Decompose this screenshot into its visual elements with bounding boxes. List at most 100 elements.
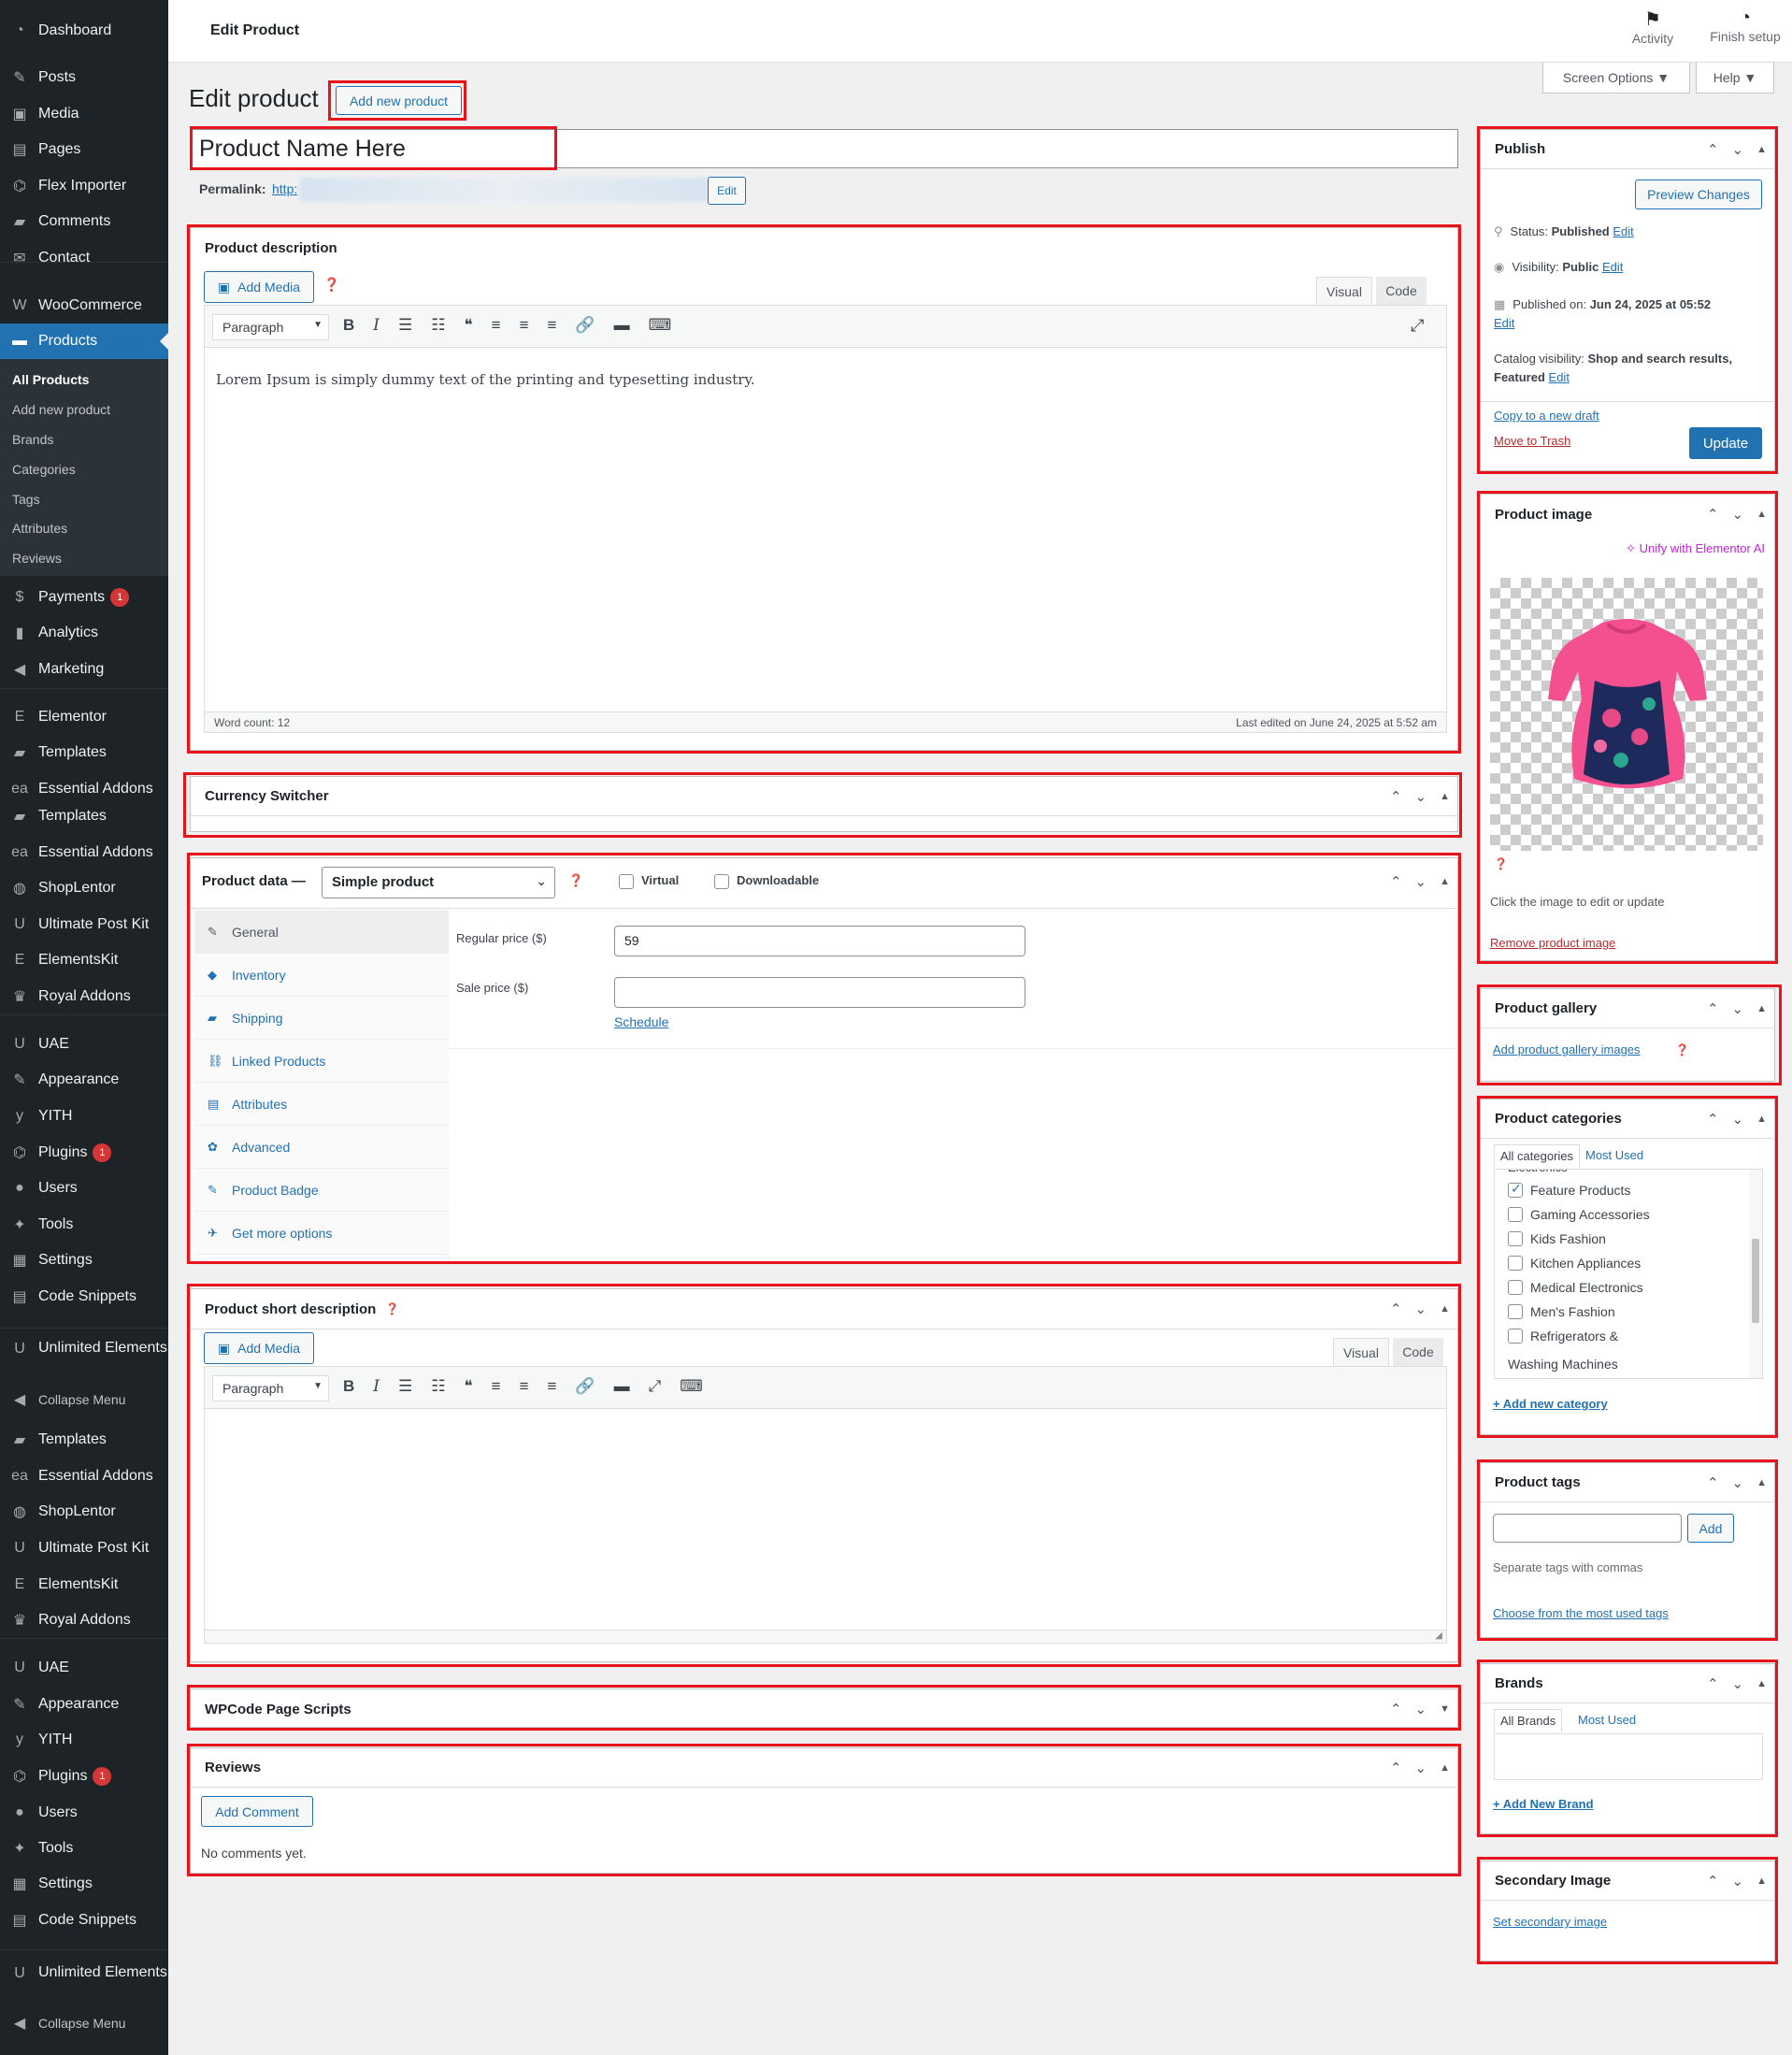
update-button[interactable]: Update (1689, 427, 1762, 459)
menu-item-dashboard[interactable]: ◔ Dashboard (0, 13, 168, 49)
submenu-item-categories[interactable]: Categories (0, 454, 168, 484)
menu-item-shoplentor[interactable]: ◍ ShopLentor (0, 1494, 168, 1530)
tab-general[interactable]: ✎ General (194, 911, 449, 954)
sale-price-input[interactable] (614, 977, 1025, 1008)
copy-draft-link[interactable]: Copy to a new draft (1494, 409, 1599, 423)
menu-item-ultimate-post-kit[interactable]: U Ultimate Post Kit (0, 1530, 168, 1566)
menu-item-pages[interactable]: ▤ Pages (0, 132, 168, 167)
collapse-toggle-icon[interactable]: ▲ (1440, 791, 1450, 802)
align-right-icon[interactable]: ≡ (548, 316, 557, 335)
submenu-item-all-products[interactable]: All Products (0, 365, 168, 395)
add-media-button[interactable]: ▣ Add Media (204, 1332, 314, 1364)
choose-most-used-tags-link[interactable]: Choose from the most used tags (1493, 1606, 1669, 1620)
submenu-item-reviews[interactable]: Reviews (0, 543, 168, 573)
move-to-trash-link[interactable]: Move to Trash (1494, 434, 1570, 448)
permalink-link[interactable]: http: (272, 181, 297, 196)
italic-icon[interactable]: I (373, 316, 380, 335)
help-icon[interactable]: ❓ (385, 1302, 399, 1315)
collapse-toggle-icon[interactable]: ▼ (1440, 1703, 1450, 1715)
numbered-list-icon[interactable]: ☷ (431, 1377, 445, 1396)
downloadable-checkbox[interactable]: Downloadable (714, 873, 819, 889)
menu-item-settings[interactable]: ▦ Settings (0, 1866, 168, 1902)
submenu-item-tags[interactable]: Tags (0, 484, 168, 514)
bullet-list-icon[interactable]: ☰ (398, 316, 412, 335)
collapse-toggle-icon[interactable]: ▲ (1440, 876, 1450, 887)
menu-item-plugins[interactable]: ⌬ Plugins 1 (0, 1759, 168, 1794)
link-icon[interactable]: 🔗 (575, 1377, 595, 1396)
tab-code[interactable]: Code (1376, 277, 1426, 305)
tab-attributes[interactable]: ▤ Attributes (194, 1083, 449, 1126)
move-up-icon[interactable]: ⌃ (1390, 1301, 1402, 1317)
menu-item-posts[interactable]: ✎ Posts (0, 60, 168, 95)
menu-item-templates[interactable]: ▰ Templates (0, 735, 168, 770)
move-down-icon[interactable]: ⌄ (1415, 1760, 1427, 1776)
collapse-toggle-icon[interactable]: ▲ (1756, 144, 1767, 155)
submenu-item-brands[interactable]: Brands (0, 424, 168, 454)
regular-price-input[interactable]: 59 (614, 926, 1025, 956)
add-new-category-link[interactable]: + Add new category (1493, 1397, 1608, 1411)
move-down-icon[interactable]: ⌄ (1415, 788, 1427, 805)
category-checkbox[interactable]: Kids Fashion (1508, 1231, 1606, 1246)
tab-brands-most-used[interactable]: Most Used (1578, 1713, 1636, 1727)
help-icon[interactable]: ❓ (1675, 1043, 1689, 1056)
collapse-toggle-icon[interactable]: ▲ (1440, 1762, 1450, 1774)
menu-item-royal-addons[interactable]: ♛ Royal Addons (0, 979, 168, 1014)
menu-item-appearance[interactable]: ✎ Appearance (0, 1687, 168, 1722)
menu-item-users[interactable]: ● Users (0, 1795, 168, 1831)
tab-all-brands[interactable]: All Brands (1494, 1709, 1563, 1732)
align-left-icon[interactable]: ≡ (492, 1377, 501, 1396)
numbered-list-icon[interactable]: ☷ (431, 316, 445, 335)
move-up-icon[interactable]: ⌃ (1390, 1760, 1402, 1776)
category-checkbox[interactable]: Men's Fashion (1508, 1304, 1615, 1319)
format-select[interactable]: Paragraph ▼ (212, 1375, 329, 1401)
bold-icon[interactable]: B (343, 1377, 354, 1396)
tab-inventory[interactable]: ◆ Inventory (194, 954, 449, 997)
screen-options-button[interactable]: Screen Options ▼ (1542, 63, 1690, 93)
move-up-icon[interactable]: ⌃ (1390, 1701, 1402, 1717)
move-up-icon[interactable]: ⌃ (1707, 141, 1719, 158)
submenu-item-add-new-product[interactable]: Add new product (0, 395, 168, 424)
menu-item-templates[interactable]: ▰ Templates (0, 1422, 168, 1458)
menu-item-code-snippets[interactable]: ▤ Code Snippets (0, 1279, 168, 1315)
collapse-toggle-icon[interactable]: ▲ (1756, 509, 1767, 520)
move-down-icon[interactable]: ⌄ (1732, 1873, 1744, 1890)
align-center-icon[interactable]: ≡ (520, 316, 529, 335)
help-icon[interactable]: ❓ (323, 277, 339, 293)
move-down-icon[interactable]: ⌄ (1732, 1111, 1744, 1128)
tab-code[interactable]: Code (1393, 1338, 1443, 1366)
scrollbar[interactable] (1749, 1170, 1762, 1378)
unify-elementor-ai-link[interactable]: ✧ Unify with Elementor AI (1626, 541, 1765, 556)
collapse-toggle-icon[interactable]: ▲ (1756, 1114, 1767, 1125)
more-tag-icon[interactable]: ▬ (614, 316, 630, 335)
add-new-brand-link[interactable]: + Add New Brand (1493, 1797, 1594, 1811)
menu-item-users[interactable]: ● Users (0, 1171, 168, 1206)
menu-item-uae[interactable]: U UAE (0, 1650, 168, 1686)
move-up-icon[interactable]: ⌃ (1707, 1873, 1719, 1890)
menu-item-appearance[interactable]: ✎ Appearance (0, 1062, 168, 1098)
new-tag-input[interactable] (1493, 1514, 1682, 1543)
bullet-list-icon[interactable]: ☰ (398, 1377, 412, 1396)
finish-setup-button[interactable]: ◔ Finish setup (1703, 7, 1787, 44)
add-tag-button[interactable]: Add (1687, 1514, 1734, 1543)
menu-item-royal-addons[interactable]: ♛ Royal Addons (0, 1602, 168, 1638)
menu-item-woocommerce[interactable]: W WooCommerce (0, 288, 168, 323)
collapse-toggle-icon[interactable]: ▲ (1756, 1477, 1767, 1488)
align-center-icon[interactable]: ≡ (520, 1377, 529, 1396)
move-down-icon[interactable]: ⌄ (1732, 1675, 1744, 1692)
menu-item-contact[interactable]: ✉ Contact (0, 240, 168, 276)
align-left-icon[interactable]: ≡ (492, 316, 501, 335)
menu-item-essential-addons[interactable]: ea Essential Addons (0, 835, 168, 870)
category-checkbox[interactable]: Medical Electronics (1508, 1280, 1643, 1295)
menu-item-code-snippets[interactable]: ▤ Code Snippets (0, 1903, 168, 1938)
catalog-edit-link[interactable]: Edit (1549, 370, 1570, 384)
menu-item-tools[interactable]: ✦ Tools (0, 1207, 168, 1243)
blockquote-icon[interactable]: ❝ (465, 316, 473, 335)
link-icon[interactable]: 🔗 (575, 316, 595, 335)
status-edit-link[interactable]: Edit (1613, 224, 1633, 238)
menu-item-shoplentor[interactable]: ◍ ShopLentor (0, 870, 168, 906)
resize-handle-icon[interactable]: ◢ (1435, 1631, 1442, 1641)
editor-content[interactable]: Lorem Ipsum is simply dummy text of the … (216, 371, 755, 388)
move-down-icon[interactable]: ⌄ (1732, 141, 1744, 158)
menu-item-media[interactable]: ▣ Media (0, 96, 168, 132)
menu-item-payments[interactable]: $ Payments 1 (0, 580, 168, 615)
